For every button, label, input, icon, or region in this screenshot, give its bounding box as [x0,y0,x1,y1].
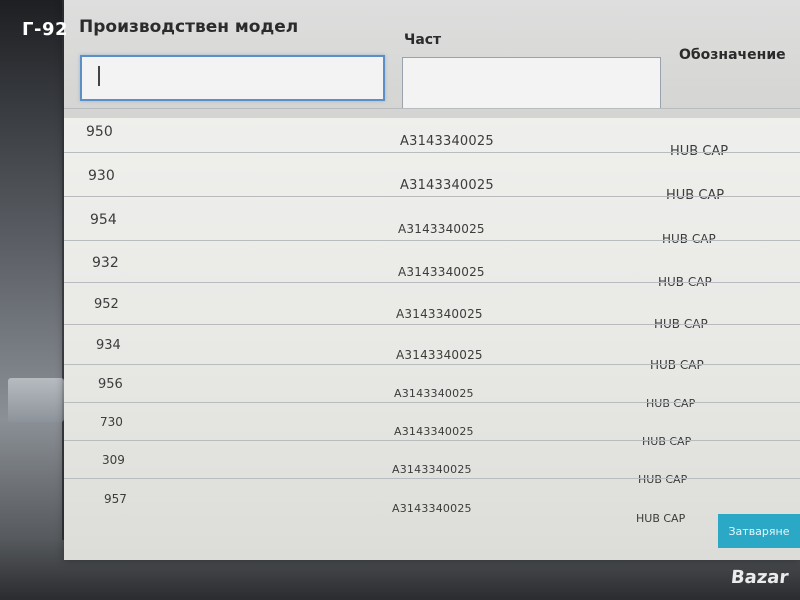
screen-photo: Г-92 Bazar Производствен модел Част Обоз… [0,0,800,600]
table-row[interactable]: 932 A3143340025 HUB CAP [64,240,800,289]
table-row[interactable]: 950 A3143340025 HUB CAP [64,108,800,159]
part-number-cell: A3143340025 [394,425,474,438]
parts-dialog: Производствен модел Част Обозначение 950… [64,0,800,560]
part-number-cell: A3143340025 [398,265,485,279]
text-caret [98,66,100,86]
close-button[interactable]: Затваряне [718,514,800,548]
model-cell: 952 [94,297,119,312]
model-cell: 930 [88,168,115,184]
watermark-label: Г-92 [22,19,68,40]
part-number-cell: A3143340025 [392,463,472,476]
part-number-cell: A3143340025 [394,387,474,400]
model-cell: 932 [92,255,119,271]
model-cell: 730 [100,415,123,429]
part-number-cell: A3143340025 [392,502,472,515]
table-row[interactable]: 730 A3143340025 HUB CAP [64,402,800,448]
model-cell: 954 [90,212,117,228]
description-cell: HUB CAP [636,512,686,525]
model-cell: 956 [98,377,123,392]
table-row[interactable]: 957 A3143340025 HUB CAP [64,478,800,525]
table-row[interactable]: 956 A3143340025 HUB CAP [64,364,800,410]
model-cell: 950 [86,124,113,140]
table-row[interactable]: 930 A3143340025 HUB CAP [64,152,800,203]
part-number-cell: A3143340025 [396,348,483,362]
part-column-label: Част [404,32,442,48]
part-filter-input[interactable] [402,57,661,109]
background-page [0,0,62,600]
model-cell: 934 [96,338,121,353]
model-cell: 309 [102,453,125,467]
table-row[interactable]: 934 A3143340025 HUB CAP [64,324,800,372]
part-number-cell: A3143340025 [396,307,483,321]
table-row[interactable]: 954 A3143340025 HUB CAP [64,196,800,246]
part-number-cell: A3143340025 [400,134,494,149]
table-row[interactable]: 952 A3143340025 HUB CAP [64,282,800,331]
table-row[interactable]: 309 A3143340025 HUB CAP [64,440,800,486]
model-filter-input[interactable] [80,55,385,101]
background-bus-image [8,378,64,422]
description-column-label: Обозначение [679,47,786,63]
model-column-label: Производствен модел [79,17,299,37]
watermark-logo: Bazar [729,567,790,588]
part-number-cell: A3143340025 [400,178,494,193]
part-number-cell: A3143340025 [398,222,485,236]
model-cell: 957 [104,492,127,506]
filter-header: Производствен модел Част Обозначение [64,0,800,118]
